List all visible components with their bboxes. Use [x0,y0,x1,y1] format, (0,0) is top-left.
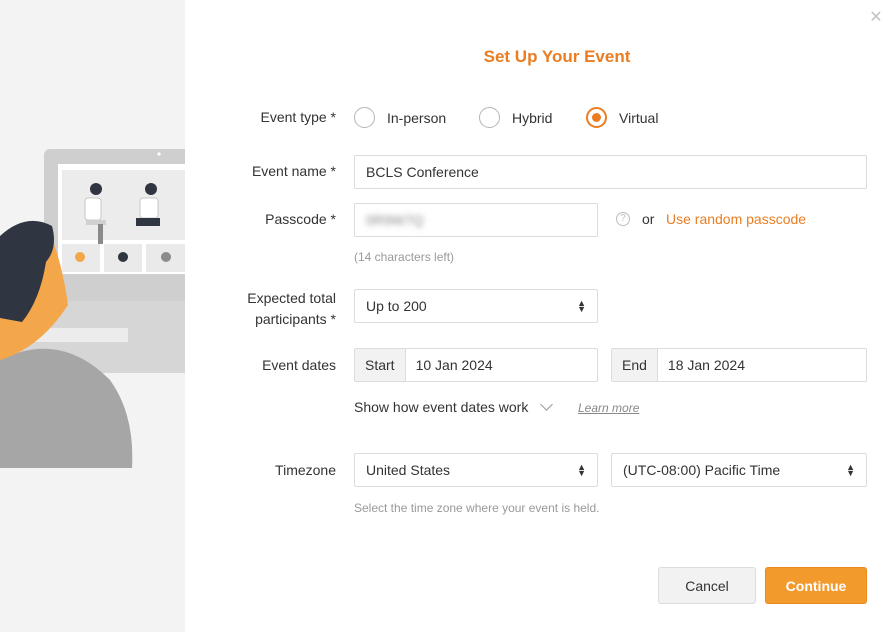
dates-expander[interactable]: Show how event dates work [354,398,554,415]
select-arrows-icon: ▲ ▼ [577,462,586,478]
passcode-label: Passcode * [265,211,336,227]
participants-value: Up to 200 [366,298,427,314]
radio-in-person[interactable]: In-person [354,107,446,128]
random-passcode-link[interactable]: Use random passcode [666,211,806,227]
dates-expander-label: Show how event dates work [354,399,529,415]
timezone-zone-value: (UTC-08:00) Pacific Time [623,462,781,478]
radio-hybrid-circle[interactable] [479,107,500,128]
end-date-prefix: End [612,349,658,381]
passcode-input[interactable]: 0R9W7Q [354,203,598,237]
illustration-panel [0,0,185,632]
participants-label-line2: participants * [255,311,336,327]
radio-hybrid[interactable]: Hybrid [479,107,552,128]
or-text: or [642,211,655,227]
continue-button[interactable]: Continue [765,567,867,604]
end-date-field[interactable]: End 18 Jan 2024 [611,348,867,382]
timezone-country-select[interactable]: United States ▲ ▼ [354,453,598,487]
select-arrows-icon: ▲ ▼ [577,298,586,314]
cancel-button[interactable]: Cancel [658,567,756,604]
radio-hybrid-label: Hybrid [512,109,553,126]
timezone-label: Timezone [275,462,336,478]
event-name-label: Event name * [251,163,336,179]
learn-more-link[interactable]: Learn more [578,401,639,415]
video-conference-illustration [0,149,185,468]
radio-in-person-circle[interactable] [354,107,375,128]
event-name-input[interactable]: BCLS Conference [354,155,867,189]
timezone-zone-select[interactable]: (UTC-08:00) Pacific Time ▲ ▼ [611,453,867,487]
event-dates-label: Event dates [262,357,336,373]
participants-label: Expected total participants * [247,288,336,330]
radio-in-person-label: In-person [387,109,447,126]
event-type-label: Event type * [260,109,337,125]
radio-virtual-circle[interactable] [586,107,607,128]
close-icon[interactable]: ✕ [868,10,884,26]
start-date-prefix: Start [355,349,406,381]
participants-label-line1: Expected total [247,290,336,306]
question-icon[interactable]: ? [616,212,630,226]
timezone-country-value: United States [366,462,451,478]
dialog-title: Set Up Your Event [483,47,631,66]
passcode-value: 0R9W7Q [366,212,424,228]
event-name-value: BCLS Conference [366,164,479,180]
participants-select[interactable]: Up to 200 ▲ ▼ [354,289,598,323]
radio-virtual-label: Virtual [619,109,659,126]
end-date-value[interactable]: 18 Jan 2024 [658,349,755,381]
timezone-hint: Select the time zone where your event is… [354,501,600,515]
passcode-hint: (14 characters left) [354,250,455,264]
select-arrows-icon: ▲ ▼ [846,462,855,478]
chevron-down-icon [540,398,554,411]
radio-virtual[interactable]: Virtual [586,107,658,128]
start-date-field[interactable]: Start 10 Jan 2024 [354,348,598,382]
start-date-value[interactable]: 10 Jan 2024 [406,349,503,381]
